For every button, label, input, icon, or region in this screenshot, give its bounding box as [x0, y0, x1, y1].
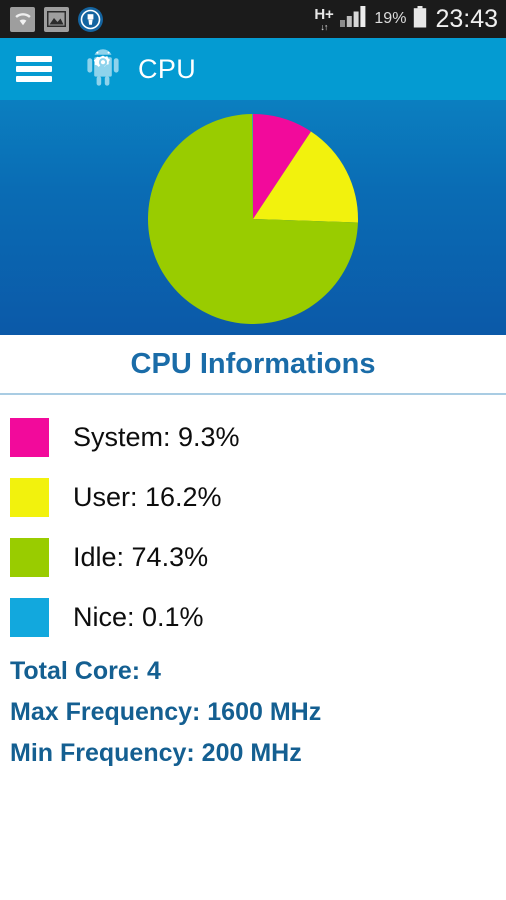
cleaner-icon [78, 6, 103, 32]
status-bar: H+ ↓↑ 19% 23:43 [0, 0, 506, 38]
legend-row: Nice: 0.1% [0, 587, 506, 647]
legend-label: User: 16.2% [73, 481, 222, 512]
info-row: Min Frequency: 200 MHz [10, 733, 506, 774]
hamburger-bar [16, 56, 52, 62]
info-row: Max Frequency: 1600 MHz [10, 692, 506, 733]
hamburger-bar [16, 76, 52, 82]
network-arrows-icon: ↓↑ [320, 21, 328, 32]
screenshot-icon [44, 6, 69, 32]
battery-icon [413, 5, 427, 33]
info-label: Total Core: 4 [10, 657, 161, 685]
android-gear-icon [82, 48, 124, 90]
cpu-info-list: Total Core: 4 Max Frequency: 1600 MHz Min … [0, 647, 506, 774]
hamburger-bar [16, 66, 52, 72]
legend-row: Idle: 74.3% [0, 527, 506, 587]
network-type-label: H+ [314, 5, 334, 23]
legend-label: Idle: 74.3% [73, 541, 209, 572]
battery-percent-label: 19% [374, 10, 407, 27]
network-type-indicator: H+ ↓↑ [314, 7, 333, 32]
wifi-icon [10, 6, 35, 32]
app-bar: CPU [0, 38, 506, 100]
legend-row: System: 9.3% [0, 407, 506, 467]
info-row: Total Core: 4 [10, 651, 506, 692]
legend-swatch-nice [10, 597, 49, 637]
app-title: CPU [138, 53, 197, 84]
cpu-legend-list: System: 9.3% User: 16.2% Idle: 74.3% Nice: … [0, 395, 506, 647]
status-bar-left-icons [10, 6, 103, 32]
legend-label: System: 9.3% [73, 421, 240, 452]
legend-row: User: 16.2% [0, 467, 506, 527]
hamburger-menu-icon[interactable] [16, 56, 52, 82]
legend-swatch-user [10, 477, 49, 517]
legend-swatch-system [10, 417, 49, 457]
legend-label: Nice: 0.1% [73, 601, 204, 632]
info-label: Max Frequency: 1600 MHz [10, 698, 322, 726]
cpu-pie-chart-panel [0, 100, 506, 335]
signal-bars-icon [340, 6, 367, 32]
status-bar-right-icons: H+ ↓↑ 19% 23:43 [314, 5, 498, 34]
info-label: Min Frequency: 200 MHz [10, 739, 302, 767]
clock-label: 23:43 [435, 4, 498, 33]
page-title: CPU Informations [130, 347, 376, 380]
legend-swatch-idle [10, 537, 49, 577]
section-title-bar: CPU Informations [0, 335, 506, 395]
cpu-pie-chart [147, 113, 358, 324]
